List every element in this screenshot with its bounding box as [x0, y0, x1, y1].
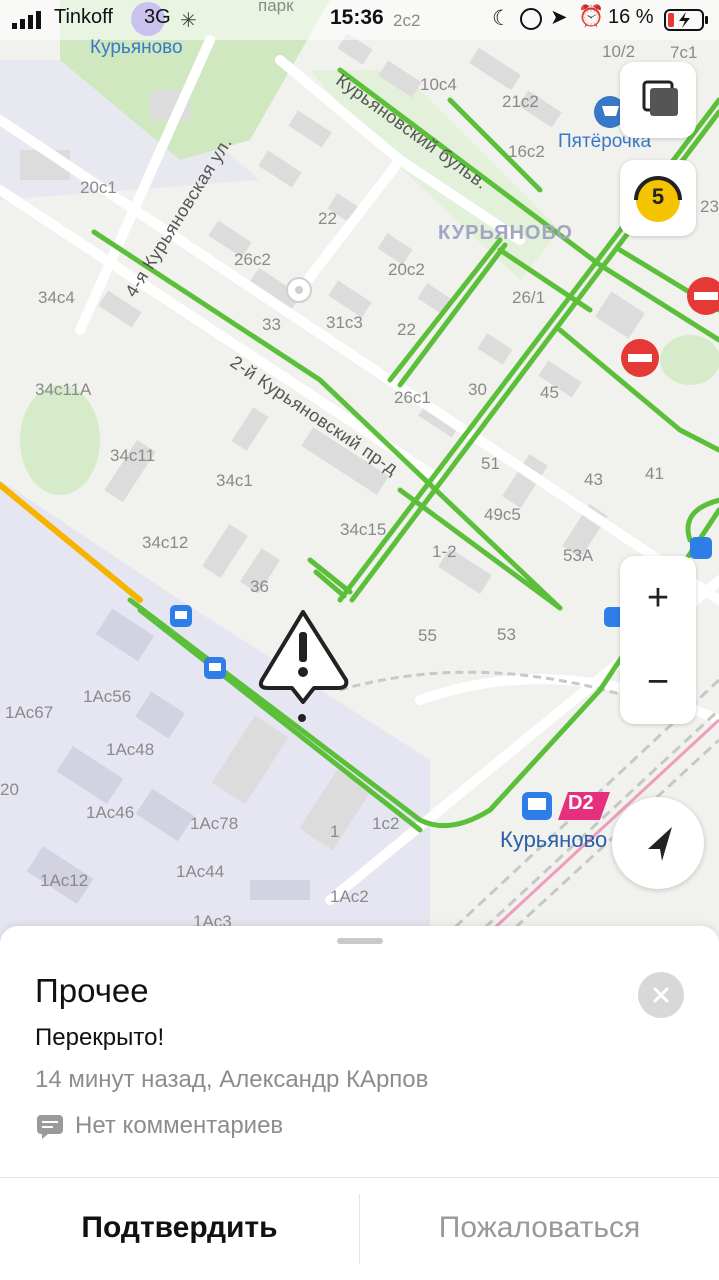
bus-stop-icon[interactable] [170, 605, 192, 627]
building-label: 34с11А [35, 380, 92, 399]
comment-icon [37, 1115, 63, 1139]
building-label: 41 [645, 464, 664, 483]
status-time: 15:36 [330, 6, 384, 29]
building-label: 55 [418, 626, 437, 645]
building-label: 22 [318, 209, 337, 228]
close-button[interactable] [638, 972, 684, 1018]
carrier-name: Tinkoff [54, 6, 113, 28]
building-label: 1Ас56 [83, 687, 132, 706]
district-label-center: КУРЬЯНОВО [438, 222, 573, 244]
bus-stop-icon[interactable] [204, 657, 226, 679]
traffic-level-value: 5 [651, 184, 665, 209]
building-label: 53 [497, 625, 516, 644]
building-label: 21с2 [502, 92, 539, 111]
confirm-button[interactable]: Подтвердить [0, 1178, 359, 1278]
building-label: 51 [481, 454, 500, 473]
building-label: 34с4 [38, 288, 75, 307]
building-label: 53А [563, 546, 594, 565]
network-type: 3G [144, 6, 171, 28]
battery-percent: 16 % [608, 6, 654, 28]
navigation-arrow-icon [648, 827, 672, 861]
building-label: 10с4 [420, 75, 457, 94]
building-label: 22 [397, 320, 416, 339]
battery-icon [664, 9, 708, 31]
event-bottom-sheet: Прочее Перекрыто! 14 минут назад, Алекса… [0, 926, 719, 1280]
building-label: 1Ас67 [5, 703, 54, 722]
signal-icon [12, 11, 41, 29]
train-station-icon[interactable] [522, 792, 552, 820]
location-arrow-icon: ➤ [550, 6, 568, 29]
building-label: 7с1 [670, 43, 698, 62]
road-closure-icon[interactable] [621, 339, 659, 377]
building-label: 30 [468, 380, 487, 399]
district-label-top: Курьяново [90, 37, 183, 58]
building-label: 1-2 [432, 542, 457, 561]
building-label: 43 [584, 470, 603, 489]
building-label: 1Ас78 [190, 814, 239, 833]
building-label: 34с1 [216, 471, 253, 490]
loading-spinner-icon: ✳ [180, 10, 197, 32]
building-label: 49с5 [484, 505, 521, 524]
event-meta: 14 минут назад, Александр КАрпов [35, 1066, 429, 1093]
building-label: 10/2 [602, 42, 636, 61]
building-label: 34с11 [110, 446, 156, 465]
event-title: Прочее [35, 972, 149, 1009]
comments-count[interactable]: Нет комментариев [75, 1112, 283, 1140]
close-icon [653, 987, 669, 1003]
building-label: 1Ас2 [330, 887, 369, 906]
zoom-in-button[interactable]: + [620, 556, 696, 640]
orientation-lock-icon [520, 8, 542, 30]
building-label: 33 [262, 315, 281, 334]
zoom-controls: + − [620, 556, 696, 724]
station-label[interactable]: Курьяново [500, 827, 607, 853]
building-label: 23 [700, 197, 719, 216]
building-label: 31с3 [326, 313, 363, 332]
building-label: 1Ас12 [40, 871, 89, 890]
alarm-icon: ⏰ [578, 5, 605, 28]
building-label: 45 [540, 383, 559, 402]
building-label: 1 [330, 822, 340, 841]
building-label: 1Ас46 [86, 803, 135, 822]
line-d2-label: D2 [568, 792, 594, 814]
building-label: 34с15 [340, 520, 387, 539]
building-label: 36 [250, 577, 269, 596]
building-label: 20с1 [80, 178, 117, 197]
moon-icon: ☾ [492, 7, 511, 30]
my-location-button[interactable] [612, 797, 704, 889]
building-label: 1Ас44 [176, 862, 225, 881]
building-label: 26с2 [234, 250, 271, 269]
sheet-grabber[interactable] [337, 938, 383, 944]
event-status: Перекрыто! [35, 1024, 165, 1051]
traffic-button[interactable]: 5 [620, 160, 696, 236]
building-label: 34с12 [142, 533, 189, 552]
building-label: 20 [0, 780, 19, 799]
building-label: 26/1 [512, 288, 546, 307]
building-label: 26с1 [394, 388, 431, 407]
status-bar: Tinkoff 3G ✳ 15:36 ☾ ➤ ⏰ 16 % [0, 0, 719, 40]
building-label: 1с2 [372, 814, 400, 833]
building-label: 16с2 [508, 142, 545, 161]
map-layers-button[interactable] [620, 62, 696, 138]
report-button[interactable]: Пожаловаться [360, 1178, 719, 1278]
zoom-out-button[interactable]: − [620, 640, 696, 724]
building-label: 20с2 [388, 260, 425, 279]
layers-icon [642, 80, 678, 116]
building-label: 1Ас48 [106, 740, 155, 759]
